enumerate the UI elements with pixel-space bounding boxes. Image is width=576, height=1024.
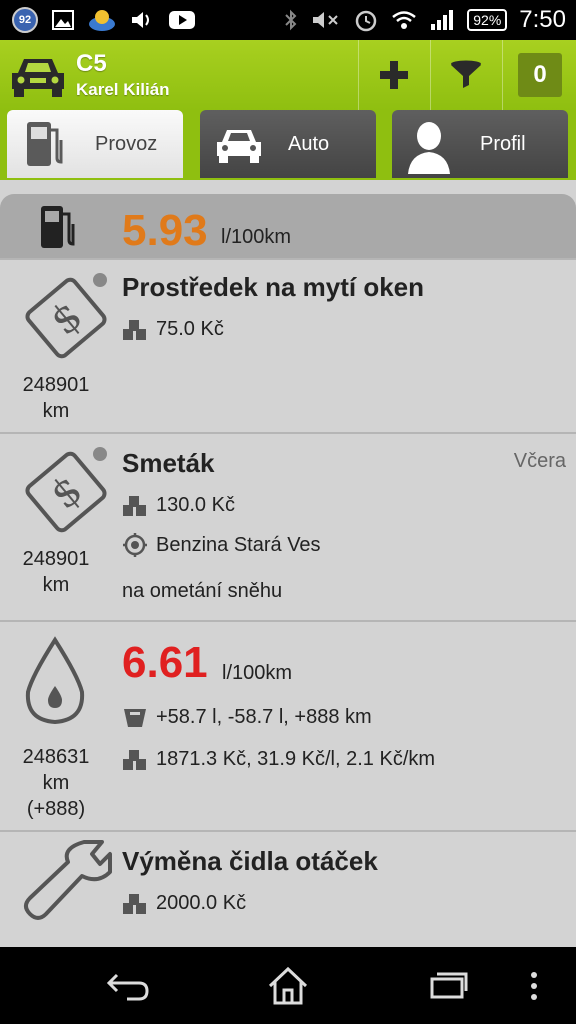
add-button[interactable] [358,40,429,110]
entry-price-line: 2000.0 Kč [122,892,246,915]
odometer-unit: km [42,772,70,794]
overflow-menu-button[interactable] [516,965,552,1007]
odometer-value: 248901 [22,374,90,396]
tab-auto[interactable]: Auto [200,110,376,178]
back-icon [107,973,149,1001]
battery-indicator: 92% [467,9,508,31]
tab-profil-label: Profil [480,132,526,155]
odometer: 248631 km (+888) [0,744,112,822]
recent-apps-button[interactable] [418,965,478,1007]
tab-provoz-label: Provoz [95,132,158,155]
drop-icon [25,636,85,725]
svg-text:$: $ [42,293,91,345]
coins-icon [123,749,146,770]
list-item[interactable]: 6.61 l/100km +58.7 l, -58.7 l, +888 km 1… [0,620,576,832]
vehicle-title: C5 [76,50,107,77]
count-badge: 0 [518,53,562,97]
entry-title: Smeták [122,448,215,478]
bluetooth-icon [285,9,297,31]
back-button[interactable] [98,965,158,1007]
entry-note-text: na ometání sněhu [122,580,283,602]
fuel-pump-icon [41,206,75,248]
tab-bar: Provoz Auto Profil [0,110,576,180]
entry-location-line: Benzina Stará Ves [122,532,321,558]
status-bar: 92 92% 7:50 [0,0,576,40]
list-item[interactable]: Výměna čidla otáček 2000.0 Kč [0,830,576,947]
odometer-delta: (+888) [26,798,86,820]
refuel-consumption-unit: l/100km [222,662,293,684]
entry-note: na ometání sněhu [122,580,282,603]
refuel-cost-details: 1871.3 Kč, 31.9 Kč/l, 2.1 Kč/km [156,748,436,770]
filter-icon [451,60,481,88]
location-target-icon [123,533,147,557]
volume-icon [132,12,149,28]
count-button[interactable]: 0 [502,40,576,110]
entry-price: 2000.0 Kč [156,892,247,914]
coins-icon [123,893,146,914]
coins-icon [123,319,146,340]
refuel-fuel-details: +58.7 l, -58.7 l, +888 km [156,706,372,728]
youtube-icon [169,11,195,29]
entry-date: Včera [513,450,566,472]
entry-location: Benzina Stará Ves [156,533,321,556]
price-tag-icon: $ [25,273,107,359]
wrench-icon [24,840,112,920]
odometer-unit: km [42,400,70,422]
car-icon [217,130,261,163]
fuel-canister-icon [124,708,146,727]
entry-price: 75.0 Kč [156,318,224,340]
entry-title: Výměna čidla otáček [122,846,378,876]
image-icon [52,10,74,30]
home-button[interactable] [258,965,318,1007]
odometer-value: 248631 [22,746,90,768]
car-logo-icon[interactable] [8,53,68,99]
odometer-value: 248901 [22,548,90,570]
person-icon [408,122,450,174]
entry-price-line: 75.0 Kč [122,318,224,341]
average-consumption-value: 5.93 [122,206,208,255]
notification-badge-icon: 92 [12,7,38,33]
entry-price: 130.0 Kč [156,494,235,516]
log-list[interactable]: 5.93 l/100km $ Prostředek na mytí oken 7… [0,180,576,947]
weather-app-icon [89,10,115,31]
tab-provoz[interactable]: Provoz [7,110,183,178]
refuel-consumption-value: 6.61 [122,638,208,687]
action-bar: C5 Karel Kilián 0 [0,40,576,110]
recent-apps-icon [430,972,468,999]
clock: 7:50 [519,6,566,33]
svg-text:$: $ [42,467,91,519]
filter-button[interactable] [430,40,501,110]
more-vert-icon [531,972,537,1000]
odometer: 248901 km [0,372,112,424]
odometer: 248901 km [0,546,112,598]
plus-icon [380,61,408,89]
consumption-summary: 5.93 l/100km [0,194,576,258]
price-tag-icon: $ [25,447,107,533]
refuel-fuel-line: +58.7 l, -58.7 l, +888 km [122,706,372,729]
odometer-unit: km [42,574,70,596]
entry-title: Prostředek na mytí oken [122,272,424,302]
navigation-bar [0,947,576,1024]
mute-icon [313,12,338,28]
refuel-cost-line: 1871.3 Kč, 31.9 Kč/l, 2.1 Kč/km [122,748,435,771]
wifi-icon [392,11,417,29]
home-icon [268,966,308,1005]
signal-icon [431,10,454,30]
average-consumption-unit: l/100km [221,226,292,248]
entry-price-line: 130.0 Kč [122,494,235,517]
coins-icon [123,495,146,516]
tab-auto-label: Auto [288,132,330,155]
tab-profil[interactable]: Profil [392,110,568,178]
fuel-pump-icon [27,122,63,166]
list-item[interactable]: $ Prostředek na mytí oken 75.0 Kč 248901… [0,258,576,434]
driver-name: Karel Kilián [76,80,170,99]
list-item[interactable]: $ Smeták Včera 130.0 Kč Benzina Stará Ve… [0,432,576,622]
alarm-icon [356,10,377,32]
